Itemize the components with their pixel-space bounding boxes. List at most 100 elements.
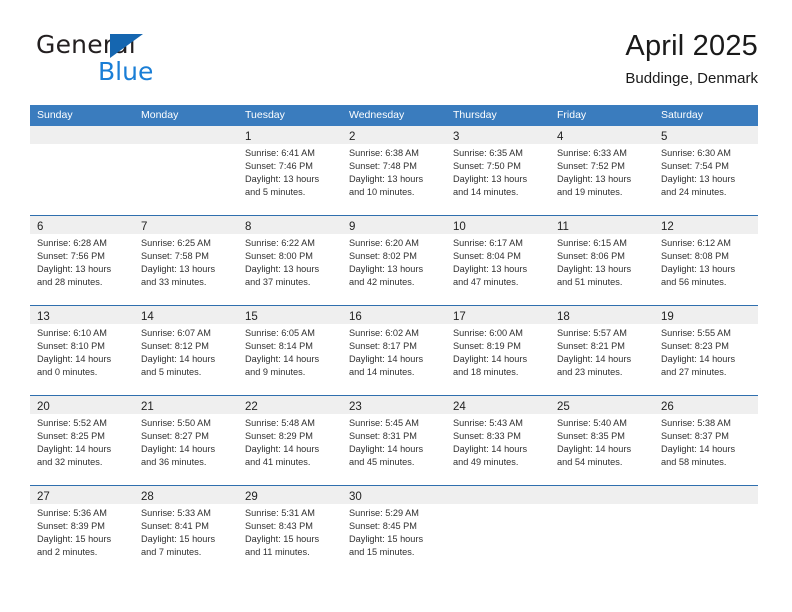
daylight-text-line2: and 2 minutes.: [37, 547, 98, 558]
calendar-day-cell[interactable]: 17 Sunrise: 6:00 AM Sunset: 8:19 PM Dayligh…: [446, 306, 550, 395]
calendar-day-cell[interactable]: 24 Sunrise: 5:43 AM Sunset: 8:33 PM Dayligh…: [446, 396, 550, 485]
calendar-day-cell[interactable]: 30 Sunrise: 5:29 AM Sunset: 8:45 PM Dayligh…: [342, 486, 446, 575]
daylight-text-line2: and 19 minutes.: [557, 187, 623, 198]
day-details: Sunrise: 5:33 AM Sunset: 8:41 PM Daylight:…: [134, 504, 238, 559]
brand-logo[interactable]: General Blue: [36, 32, 256, 92]
calendar-day-cell[interactable]: 3 Sunrise: 6:35 AM Sunset: 7:50 PM Daylight…: [446, 126, 550, 215]
calendar-day-cell[interactable]: 27 Sunrise: 5:36 AM Sunset: 8:39 PM Dayligh…: [30, 486, 134, 575]
day-details: Sunrise: 5:55 AM Sunset: 8:23 PM Daylight:…: [654, 324, 758, 379]
calendar-day-cell[interactable]: 19 Sunrise: 5:55 AM Sunset: 8:23 PM Dayligh…: [654, 306, 758, 395]
day-number-band: 22: [238, 396, 342, 414]
daylight-text-line1: Daylight: 13 hours: [141, 264, 216, 275]
calendar-day-cell-empty: [654, 486, 758, 575]
calendar-day-cell[interactable]: 9 Sunrise: 6:20 AM Sunset: 8:02 PM Daylight…: [342, 216, 446, 305]
sunset-text: Sunset: 8:41 PM: [141, 521, 209, 532]
calendar-day-cell[interactable]: 15 Sunrise: 6:05 AM Sunset: 8:14 PM Dayligh…: [238, 306, 342, 395]
sunset-text: Sunset: 8:06 PM: [557, 251, 625, 262]
sunset-text: Sunset: 8:43 PM: [245, 521, 313, 532]
daylight-text-line2: and 23 minutes.: [557, 367, 623, 378]
daylight-text-line2: and 47 minutes.: [453, 277, 519, 288]
calendar-day-cell[interactable]: 2 Sunrise: 6:38 AM Sunset: 7:48 PM Daylight…: [342, 126, 446, 215]
day-number-band: 25: [550, 396, 654, 414]
day-details: Sunrise: 6:05 AM Sunset: 8:14 PM Daylight:…: [238, 324, 342, 379]
day-number: 26: [661, 401, 674, 413]
daylight-text-line2: and 24 minutes.: [661, 187, 727, 198]
daylight-text-line1: Daylight: 13 hours: [557, 264, 632, 275]
day-number: 27: [37, 491, 50, 503]
daylight-text-line1: Daylight: 14 hours: [349, 354, 424, 365]
calendar-day-cell[interactable]: 11 Sunrise: 6:15 AM Sunset: 8:06 PM Dayligh…: [550, 216, 654, 305]
calendar-day-cell[interactable]: 28 Sunrise: 5:33 AM Sunset: 8:41 PM Dayligh…: [134, 486, 238, 575]
day-number-band: 11: [550, 216, 654, 234]
daylight-text-line2: and 14 minutes.: [349, 367, 415, 378]
day-details: Sunrise: 5:45 AM Sunset: 8:31 PM Daylight:…: [342, 414, 446, 469]
daylight-text-line1: Daylight: 14 hours: [453, 354, 528, 365]
calendar-week-row: 20 Sunrise: 5:52 AM Sunset: 8:25 PM Dayligh…: [30, 395, 758, 485]
calendar-day-cell[interactable]: 14 Sunrise: 6:07 AM Sunset: 8:12 PM Dayligh…: [134, 306, 238, 395]
day-number: 10: [453, 221, 466, 233]
calendar-day-cell[interactable]: 18 Sunrise: 5:57 AM Sunset: 8:21 PM Dayligh…: [550, 306, 654, 395]
daylight-text-line2: and 33 minutes.: [141, 277, 207, 288]
calendar-day-cell[interactable]: 1 Sunrise: 6:41 AM Sunset: 7:46 PM Daylight…: [238, 126, 342, 215]
sunrise-text: Sunrise: 5:31 AM: [245, 508, 315, 518]
day-number-band: [30, 126, 134, 144]
calendar-day-cell[interactable]: 6 Sunrise: 6:28 AM Sunset: 7:56 PM Daylight…: [30, 216, 134, 305]
calendar-day-cell[interactable]: 7 Sunrise: 6:25 AM Sunset: 7:58 PM Daylight…: [134, 216, 238, 305]
calendar-day-cell[interactable]: 20 Sunrise: 5:52 AM Sunset: 8:25 PM Dayligh…: [30, 396, 134, 485]
day-number-band: 18: [550, 306, 654, 324]
daylight-text-line2: and 9 minutes.: [245, 367, 306, 378]
daylight-text-line1: Daylight: 15 hours: [141, 534, 216, 545]
calendar-day-cell[interactable]: 25 Sunrise: 5:40 AM Sunset: 8:35 PM Dayligh…: [550, 396, 654, 485]
daylight-text-line1: Daylight: 13 hours: [453, 264, 528, 275]
calendar-day-cell[interactable]: 29 Sunrise: 5:31 AM Sunset: 8:43 PM Dayligh…: [238, 486, 342, 575]
calendar-day-cell[interactable]: 23 Sunrise: 5:45 AM Sunset: 8:31 PM Dayligh…: [342, 396, 446, 485]
calendar-day-cell[interactable]: 22 Sunrise: 5:48 AM Sunset: 8:29 PM Dayligh…: [238, 396, 342, 485]
weekday-header-friday: Friday: [557, 109, 587, 121]
page-title: April 2025: [625, 30, 758, 62]
day-number: 19: [661, 311, 674, 323]
day-number-band: 12: [654, 216, 758, 234]
day-number-band: 7: [134, 216, 238, 234]
calendar-day-cell[interactable]: 4 Sunrise: 6:33 AM Sunset: 7:52 PM Daylight…: [550, 126, 654, 215]
day-details: Sunrise: 6:41 AM Sunset: 7:46 PM Daylight:…: [238, 144, 342, 199]
calendar-day-cell[interactable]: 26 Sunrise: 5:38 AM Sunset: 8:37 PM Dayligh…: [654, 396, 758, 485]
sunrise-text: Sunrise: 6:02 AM: [349, 328, 419, 338]
day-number: 1: [245, 131, 252, 143]
calendar-day-cell[interactable]: 16 Sunrise: 6:02 AM Sunset: 8:17 PM Dayligh…: [342, 306, 446, 395]
day-details: Sunrise: 6:12 AM Sunset: 8:08 PM Daylight:…: [654, 234, 758, 289]
daylight-text-line2: and 51 minutes.: [557, 277, 623, 288]
day-details: Sunrise: 5:52 AM Sunset: 8:25 PM Daylight:…: [30, 414, 134, 469]
daylight-text-line2: and 15 minutes.: [349, 547, 415, 558]
daylight-text-line1: Daylight: 14 hours: [661, 354, 736, 365]
day-number: 23: [349, 401, 362, 413]
calendar-day-cell[interactable]: 8 Sunrise: 6:22 AM Sunset: 8:00 PM Daylight…: [238, 216, 342, 305]
sunset-text: Sunset: 8:39 PM: [37, 521, 105, 532]
day-number-band: 30: [342, 486, 446, 504]
sunset-text: Sunset: 8:31 PM: [349, 431, 417, 442]
day-number-band: 10: [446, 216, 550, 234]
day-details: Sunrise: 5:29 AM Sunset: 8:45 PM Daylight:…: [342, 504, 446, 559]
day-details: Sunrise: 6:07 AM Sunset: 8:12 PM Daylight:…: [134, 324, 238, 379]
daylight-text-line2: and 41 minutes.: [245, 457, 311, 468]
day-number: 22: [245, 401, 258, 413]
sunrise-text: Sunrise: 5:40 AM: [557, 418, 627, 428]
daylight-text-line1: Daylight: 14 hours: [37, 444, 112, 455]
sunrise-text: Sunrise: 6:05 AM: [245, 328, 315, 338]
calendar-day-cell[interactable]: 21 Sunrise: 5:50 AM Sunset: 8:27 PM Dayligh…: [134, 396, 238, 485]
calendar-day-cell[interactable]: 12 Sunrise: 6:12 AM Sunset: 8:08 PM Dayligh…: [654, 216, 758, 305]
sunrise-text: Sunrise: 5:38 AM: [661, 418, 731, 428]
daylight-text-line2: and 54 minutes.: [557, 457, 623, 468]
calendar-day-cell[interactable]: 5 Sunrise: 6:30 AM Sunset: 7:54 PM Daylight…: [654, 126, 758, 215]
calendar-day-cell-empty: [446, 486, 550, 575]
day-number: 3: [453, 131, 460, 143]
day-number: 24: [453, 401, 466, 413]
calendar-day-cell[interactable]: 10 Sunrise: 6:17 AM Sunset: 8:04 PM Dayligh…: [446, 216, 550, 305]
sunrise-text: Sunrise: 6:41 AM: [245, 148, 315, 158]
daylight-text-line2: and 0 minutes.: [37, 367, 98, 378]
daylight-text-line1: Daylight: 14 hours: [453, 444, 528, 455]
day-details: Sunrise: 6:02 AM Sunset: 8:17 PM Daylight:…: [342, 324, 446, 379]
daylight-text-line1: Daylight: 14 hours: [37, 354, 112, 365]
sunrise-text: Sunrise: 5:43 AM: [453, 418, 523, 428]
calendar-day-cell[interactable]: 13 Sunrise: 6:10 AM Sunset: 8:10 PM Dayligh…: [30, 306, 134, 395]
daylight-text-line2: and 14 minutes.: [453, 187, 519, 198]
